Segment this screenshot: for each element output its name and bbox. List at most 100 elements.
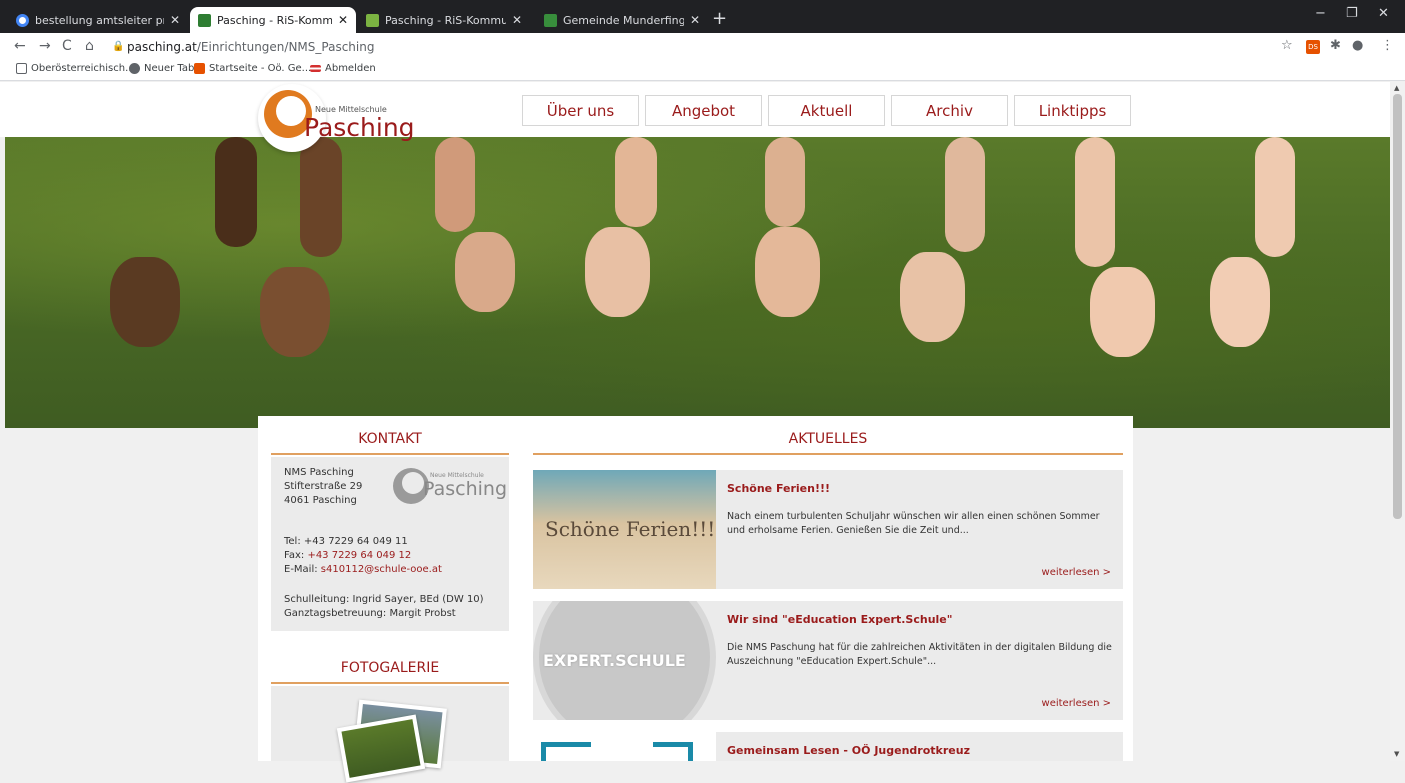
fotogalerie-box[interactable] (271, 686, 509, 783)
new-tab-button[interactable]: + (712, 8, 727, 29)
address-bar[interactable]: pasching.at/Einrichtungen/NMS_Pasching (127, 40, 374, 54)
nav-linktipps[interactable]: Linktipps (1014, 95, 1131, 126)
hand-image (260, 267, 330, 357)
tab-pasching-active[interactable]: Pasching - RiS-Kommunal - Start ✕ (190, 7, 356, 33)
google-icon (16, 13, 29, 27)
email-link[interactable]: s410112@schule-ooe.at (321, 564, 442, 575)
flag-icon (310, 65, 321, 72)
tab-title: Pasching - RiS-Kommunal - Start (217, 13, 332, 27)
home-icon[interactable]: ⌂ (85, 38, 94, 54)
bookmark-ooe[interactable]: Oberösterreichisch... (16, 63, 135, 74)
profile-icon[interactable]: ● (1352, 38, 1363, 53)
bookmark-label: Abmelden (325, 63, 376, 74)
close-icon[interactable]: ✕ (512, 13, 522, 27)
site-icon (194, 63, 205, 74)
arm-image (945, 137, 985, 252)
read-more-link[interactable]: weiterlesen > (1042, 698, 1111, 709)
extension-ds-icon[interactable]: DS (1306, 40, 1320, 54)
tab-title: Gemeinde Munderfing (563, 13, 684, 27)
hero-image-hands-on-grass: >> (5, 137, 1390, 428)
tab-munderfing[interactable]: Gemeinde Munderfing ✕ (536, 7, 708, 33)
nav-archiv[interactable]: Archiv (891, 95, 1008, 126)
ganztag: Ganztagsbetreuung: Margit Probst (284, 608, 456, 619)
thumbnail-text: Schöne Ferien!!! (545, 517, 716, 541)
kontakt-heading: KONTAKT (358, 431, 422, 447)
bookmark-startseite[interactable]: Startseite - Oö. Ge... (194, 63, 311, 74)
logo-title: Pasching (423, 478, 508, 500)
read-more-link[interactable]: weiterlesen > (1042, 567, 1111, 578)
menu-icon[interactable]: ⋮ (1381, 38, 1394, 53)
arm-image (435, 137, 475, 232)
bookmark-label: Oberösterreichisch... (31, 63, 135, 74)
news-excerpt: Die NMS Paschung hat für die zahlreichen… (727, 642, 1112, 667)
back-icon[interactable]: ← (14, 38, 26, 54)
close-icon[interactable]: ✕ (338, 13, 348, 27)
arm-image (1255, 137, 1295, 257)
hand-image (1210, 257, 1270, 347)
bookmark-star-icon[interactable]: ☆ (1281, 38, 1293, 53)
close-window-button[interactable]: ✕ (1378, 6, 1389, 21)
city: 4061 Pasching (284, 495, 357, 506)
bookmark-abmelden[interactable]: Abmelden (310, 63, 376, 74)
school-name: NMS Pasching (284, 467, 354, 478)
bookmark-icon (16, 63, 27, 74)
arm-image (1075, 137, 1115, 267)
news-thumbnail[interactable] (533, 732, 716, 761)
scroll-up-icon[interactable]: ▲ (1394, 84, 1399, 92)
scroll-thumb[interactable] (1393, 94, 1402, 519)
hand-image (110, 257, 180, 347)
news-item[interactable]: EXPERT.SCHULE Wir sind "eEducation Exper… (533, 601, 1123, 720)
news-item[interactable]: Schöne Ferien!!! Schöne Ferien!!! Nach e… (533, 470, 1123, 589)
nav-angebot[interactable]: Angebot (645, 95, 762, 126)
photo-stack-image (336, 714, 426, 783)
tab-pasching[interactable]: Pasching - RiS-Kommunal - Start ✕ (358, 7, 530, 33)
news-item[interactable]: Gemeinsam Lesen - OÖ Jugendrotkreuz (533, 732, 1123, 761)
divider (271, 682, 509, 684)
site-logo[interactable]: Neue Mittelschule Pasching (258, 84, 418, 152)
tab-title: Pasching - RiS-Kommunal - Start (385, 13, 506, 27)
thumbnail-text: EXPERT.SCHULE (543, 651, 686, 670)
news-title[interactable]: Gemeinsam Lesen - OÖ Jugendrotkreuz (727, 744, 970, 757)
tel-label: Tel: (284, 536, 301, 547)
email-label: E-Mail: (284, 564, 318, 575)
news-title[interactable]: Wir sind "eEducation Expert.Schule" (727, 613, 952, 626)
globe-icon (129, 63, 140, 74)
schulleitung: Schulleitung: Ingrid Sayer, BEd (DW 10) (284, 594, 484, 605)
news-title[interactable]: Schöne Ferien!!! (727, 482, 830, 495)
extensions-puzzle-icon[interactable]: ✱ (1330, 38, 1341, 53)
page-scrollbar[interactable]: ▲ ▼ (1390, 82, 1405, 761)
kontakt-address: NMS Pasching Stifterstraße 29 4061 Pasch… (284, 466, 362, 508)
lock-icon: 🔒 (112, 41, 125, 52)
url-domain: pasching.at (127, 40, 197, 54)
news-excerpt: Nach einem turbulenten Schuljahr wünsche… (727, 511, 1100, 536)
bookmark-label: Startseite - Oö. Ge... (209, 63, 312, 74)
nav-ueber-uns[interactable]: Über uns (522, 95, 639, 126)
nav-aktuell[interactable]: Aktuell (768, 95, 885, 126)
logo-shape (541, 742, 591, 761)
arm-image (215, 137, 257, 247)
ris-icon (366, 13, 379, 27)
restore-button[interactable]: ❐ (1346, 6, 1358, 21)
fax-link[interactable]: +43 7229 64 049 12 (307, 550, 411, 561)
bookmark-neuer-tab[interactable]: Neuer Tab (129, 63, 194, 74)
close-icon[interactable]: ✕ (690, 13, 700, 27)
munderfing-icon (544, 13, 557, 27)
hand-image (900, 252, 965, 342)
hand-image (585, 227, 650, 317)
divider (533, 453, 1123, 455)
forward-icon[interactable]: → (39, 38, 51, 54)
tab-google[interactable]: bestellung amtsleiter pram – Goo ✕ (8, 7, 188, 33)
close-icon[interactable]: ✕ (170, 13, 180, 27)
news-thumbnail[interactable]: EXPERT.SCHULE (533, 601, 716, 720)
hand-image (455, 232, 515, 312)
crest-icon (198, 13, 211, 27)
minimize-button[interactable]: − (1315, 6, 1326, 21)
scroll-down-icon[interactable]: ▼ (1394, 750, 1399, 758)
fotogalerie-heading: FOTOGALERIE (340, 660, 440, 676)
reload-icon[interactable]: C (62, 38, 72, 54)
tab-bar: bestellung amtsleiter pram – Goo ✕ Pasch… (0, 0, 1405, 33)
news-thumbnail[interactable]: Schöne Ferien!!! (533, 470, 716, 589)
kontakt-phone-block: Tel: +43 7229 64 049 11 Fax: +43 7229 64… (284, 535, 442, 577)
kontakt-staff: Schulleitung: Ingrid Sayer, BEd (DW 10) … (284, 593, 484, 621)
tab-title: bestellung amtsleiter pram – Goo (35, 13, 164, 27)
